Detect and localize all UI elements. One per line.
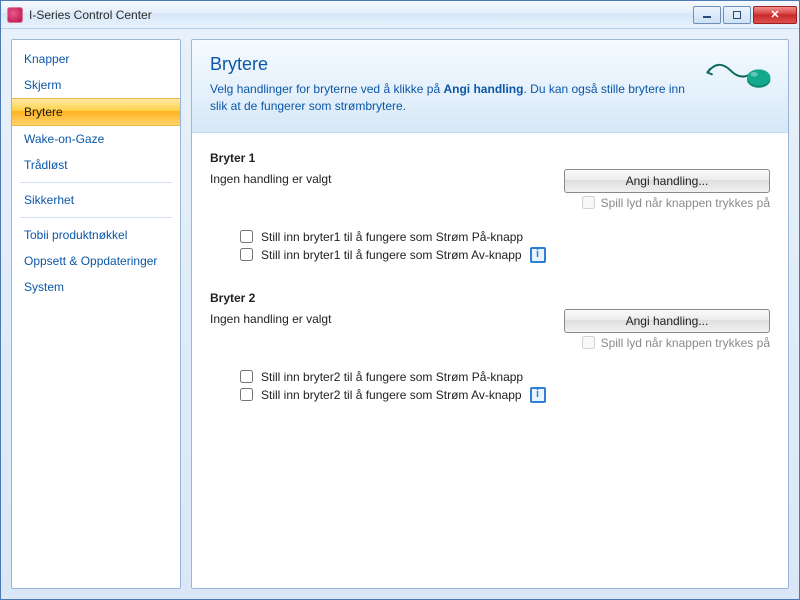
switch1-play-sound-label: Spill lyd når knappen trykkes på [601, 196, 770, 210]
maximize-icon [733, 11, 741, 19]
switch1-power-off-checkbox[interactable] [240, 248, 253, 261]
switch2-play-sound-checkbox [582, 336, 595, 349]
app-window: I-Series Control Center ✕ Knapper Skjerm… [0, 0, 800, 600]
switch1-options: Still inn bryter1 til å fungere som Strø… [210, 230, 770, 263]
sidebar-separator [20, 217, 172, 218]
switch1-action-col: Angi handling... Spill lyd når knappen t… [564, 169, 770, 210]
sidebar-item-oppsett[interactable]: Oppsett & Oppdateringer [12, 248, 180, 274]
window-buttons: ✕ [693, 6, 797, 24]
sidebar-item-knapper[interactable]: Knapper [12, 46, 180, 72]
switch2-play-sound-label: Spill lyd når knappen trykkes på [601, 336, 770, 350]
switch2-options: Still inn bryter2 til å fungere som Strø… [210, 370, 770, 403]
switch2-power-off-checkbox[interactable] [240, 388, 253, 401]
content-area: Bryter 1 Ingen handling er valgt Angi ha… [192, 133, 788, 588]
sidebar-separator [20, 182, 172, 183]
switch1-power-off-row: Still inn bryter1 til å fungere som Strø… [210, 247, 770, 263]
switch-group-1: Bryter 1 Ingen handling er valgt Angi ha… [210, 151, 770, 263]
sidebar-item-tradlost[interactable]: Trådløst [12, 152, 180, 178]
switch-header-icon [702, 54, 774, 100]
minimize-button[interactable] [693, 6, 721, 24]
switch2-play-sound: Spill lyd når knappen trykkes på [564, 336, 770, 350]
switch2-set-action-button[interactable]: Angi handling... [564, 309, 770, 333]
close-button[interactable]: ✕ [753, 6, 797, 24]
titlebar: I-Series Control Center ✕ [1, 1, 799, 29]
sidebar-item-skjerm[interactable]: Skjerm [12, 72, 180, 98]
desc-pre: Velg handlinger for bryterne ved å klikk… [210, 82, 443, 96]
switch1-power-on-checkbox[interactable] [240, 230, 253, 243]
switch2-power-off-row: Still inn bryter2 til å fungere som Strø… [210, 387, 770, 403]
window-title: I-Series Control Center [29, 8, 693, 22]
switch2-power-on-checkbox[interactable] [240, 370, 253, 383]
app-icon [7, 7, 23, 23]
sidebar-item-wake-on-gaze[interactable]: Wake-on-Gaze [12, 126, 180, 152]
switch2-power-off-label: Still inn bryter2 til å fungere som Strø… [261, 388, 522, 402]
switch1-status-row: Ingen handling er valgt Angi handling...… [210, 169, 770, 210]
switch2-status-row: Ingen handling er valgt Angi handling...… [210, 309, 770, 350]
main-panel: Brytere Velg handlinger for bryterne ved… [191, 39, 789, 589]
switch2-action-col: Angi handling... Spill lyd når knappen t… [564, 309, 770, 350]
close-icon: ✕ [770, 8, 779, 21]
page-title: Brytere [210, 54, 770, 75]
sidebar-item-sikkerhet[interactable]: Sikkerhet [12, 187, 180, 213]
switch1-power-on-row: Still inn bryter1 til å fungere som Strø… [210, 230, 770, 244]
switch1-play-sound-checkbox [582, 196, 595, 209]
desc-bold: Angi handling [443, 82, 523, 96]
switch1-title: Bryter 1 [210, 151, 770, 165]
switch1-play-sound: Spill lyd når knappen trykkes på [564, 196, 770, 210]
switch2-status: Ingen handling er valgt [210, 309, 564, 326]
switch2-power-on-row: Still inn bryter2 til å fungere som Strø… [210, 370, 770, 384]
switch2-power-on-label: Still inn bryter2 til å fungere som Strø… [261, 370, 523, 384]
page-header: Brytere Velg handlinger for bryterne ved… [192, 40, 788, 133]
info-icon[interactable]: i [530, 247, 546, 263]
body: Knapper Skjerm Brytere Wake-on-Gaze Tråd… [1, 29, 799, 599]
switch1-status: Ingen handling er valgt [210, 169, 564, 186]
sidebar: Knapper Skjerm Brytere Wake-on-Gaze Tråd… [11, 39, 181, 589]
sidebar-item-produktnokkel[interactable]: Tobii produktnøkkel [12, 222, 180, 248]
switch1-set-action-button[interactable]: Angi handling... [564, 169, 770, 193]
switch2-title: Bryter 2 [210, 291, 770, 305]
page-description: Velg handlinger for bryterne ved å klikk… [210, 81, 690, 116]
sidebar-item-brytere[interactable]: Brytere [12, 98, 180, 126]
maximize-button[interactable] [723, 6, 751, 24]
info-icon[interactable]: i [530, 387, 546, 403]
switch1-power-off-label: Still inn bryter1 til å fungere som Strø… [261, 248, 522, 262]
sidebar-item-system[interactable]: System [12, 274, 180, 300]
switch1-power-on-label: Still inn bryter1 til å fungere som Strø… [261, 230, 523, 244]
switch-group-2: Bryter 2 Ingen handling er valgt Angi ha… [210, 291, 770, 403]
minimize-icon [703, 16, 711, 18]
